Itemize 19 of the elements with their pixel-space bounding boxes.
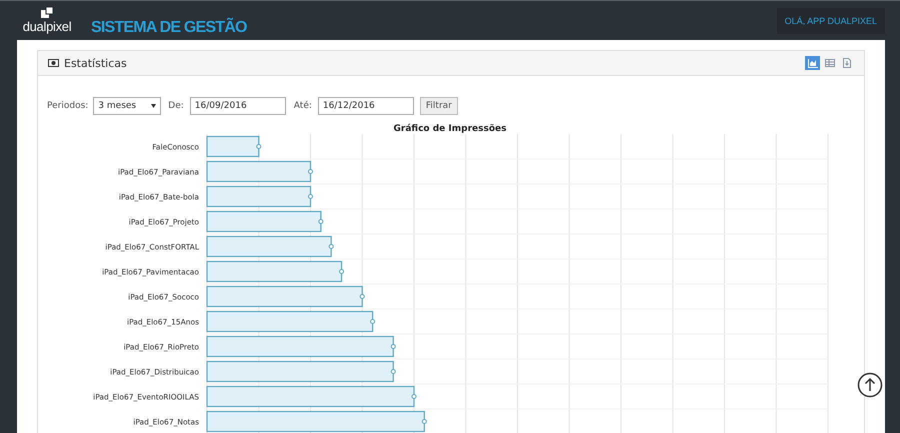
caret-icon xyxy=(151,104,156,108)
chart-title: Gráfico de Impressões xyxy=(394,124,506,134)
table-view-button[interactable] xyxy=(822,56,837,70)
from-label: De: xyxy=(168,101,184,111)
money-icon xyxy=(48,59,59,67)
user-button[interactable]: OLÁ, APP DUALPIXEL xyxy=(776,8,885,34)
period-label: Periodos: xyxy=(47,101,88,111)
filter-button[interactable]: Filtrar xyxy=(420,97,458,115)
to-date-field[interactable]: 16/12/2016 xyxy=(318,97,414,115)
chart-view-button[interactable] xyxy=(805,56,820,70)
panel-title: Estatísticas xyxy=(64,56,127,70)
logo-icon xyxy=(41,7,53,19)
period-select[interactable]: 3 meses xyxy=(93,97,162,115)
bar xyxy=(206,136,262,158)
from-date-field[interactable]: 16/09/2016 xyxy=(190,97,286,115)
to-label: Até: xyxy=(294,101,312,111)
app-title: SISTEMA DE GESTÃO xyxy=(91,18,247,36)
back-to-top-icon[interactable] xyxy=(857,372,883,398)
logo-text: dualpixel xyxy=(22,19,72,34)
